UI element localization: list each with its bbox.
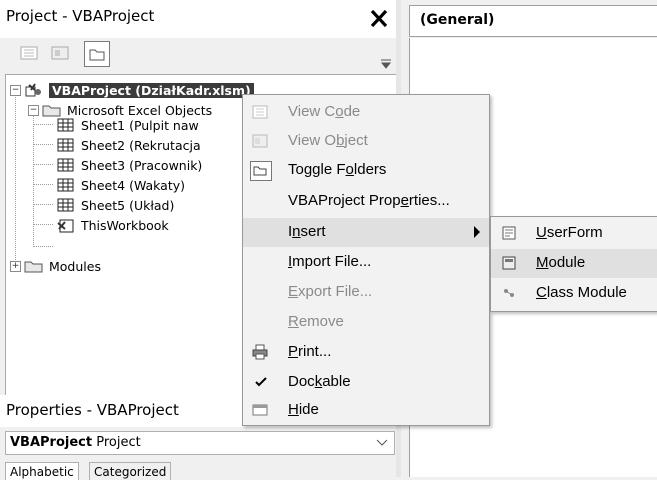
properties-panel-title: Properties - VBAProject (6, 401, 179, 419)
menu-item-remove[interactable]: Remove (243, 308, 489, 337)
worksheet-icon (56, 177, 76, 193)
printer-icon (252, 344, 268, 360)
menu-item-dockable[interactable]: Dockable (243, 368, 489, 397)
insert-submenu: UserForm Module Class Module (490, 216, 657, 312)
menu-item-view-object[interactable]: View Object (243, 127, 489, 156)
vba-project-icon (24, 82, 44, 98)
tree-item-label: Sheet5 (Układ) (81, 197, 175, 213)
worksheet-icon (56, 137, 76, 153)
tree-item-sheet2[interactable]: Sheet2 (Rekrutacja (56, 135, 201, 155)
folder-icon (89, 49, 105, 61)
menu-item-hide[interactable]: Hide (243, 396, 489, 425)
tab-alphabetic[interactable]: Alphabetic (5, 462, 79, 480)
tree-folder-modules[interactable]: Modules (24, 256, 101, 276)
tree-root-label: VBAProject (DziałKadr.xlsm) (49, 82, 254, 98)
submenu-item-class-module[interactable]: Class Module (491, 279, 657, 308)
tree-item-label: ThisWorkbook (81, 217, 169, 233)
tree-item-label: Sheet2 (Rekrutacja (81, 137, 201, 153)
workbook-icon (56, 217, 76, 233)
properties-object-dropdown[interactable]: VBAProject Project (5, 431, 395, 455)
scroll-down-arrow-icon[interactable] (380, 58, 392, 70)
view-code-icon (20, 46, 38, 60)
project-toolbar (0, 38, 396, 72)
object-combo-value: (General) (420, 12, 495, 28)
menu-item-import-file[interactable]: Import File... (243, 248, 489, 277)
submenu-item-userform[interactable]: UserForm (491, 219, 657, 248)
folder-icon (250, 161, 272, 181)
view-code-button[interactable] (17, 41, 41, 65)
project-panel-title-bar: Project - VBAProject (0, 0, 396, 38)
properties-object-name: VBAProject (10, 435, 93, 450)
view-code-icon (252, 104, 268, 120)
tree-item-label: Sheet1 (Pulpit naw (81, 117, 199, 133)
tab-categorized[interactable]: Categorized (89, 462, 172, 480)
menu-item-view-code[interactable]: View Code (243, 98, 489, 127)
tree-item-label: Sheet4 (Wakaty) (81, 177, 186, 193)
tree-item-label: Sheet3 (Pracownik) (81, 157, 203, 173)
close-icon[interactable] (366, 6, 392, 32)
tree-item-sheet3[interactable]: Sheet3 (Pracownik) (56, 155, 202, 175)
menu-item-project-properties[interactable]: VBAProject Properties... (243, 187, 489, 216)
properties-object-type: Project (96, 435, 141, 450)
view-object-icon (51, 46, 69, 60)
menu-item-toggle-folders[interactable]: Toggle Folders (243, 156, 489, 185)
object-combo-box[interactable]: (General) (409, 5, 657, 37)
submenu-item-module[interactable]: Module (491, 249, 657, 278)
tree-item-thisworkbook[interactable]: ThisWorkbook (56, 215, 169, 235)
collapse-toggle-root[interactable]: − (10, 85, 21, 96)
submenu-arrow-icon (473, 226, 481, 238)
userform-icon (501, 225, 517, 241)
worksheet-icon (56, 117, 76, 133)
tree-folder-label: Modules (49, 258, 101, 274)
project-context-menu: View Code View Object Toggle Folders VBA… (242, 94, 490, 426)
chevron-down-icon (376, 435, 388, 449)
module-icon (501, 255, 517, 271)
tree-item-sheet4[interactable]: Sheet4 (Wakaty) (56, 175, 185, 195)
tree-item-sheet5[interactable]: Sheet5 (Układ) (56, 195, 174, 215)
menu-item-export-file[interactable]: Export File... (243, 278, 489, 307)
toggle-folders-button[interactable] (84, 41, 110, 67)
folder-icon (24, 258, 44, 274)
checkmark-icon (253, 374, 269, 390)
collapse-toggle-excel-objects[interactable]: − (28, 105, 39, 116)
tree-item-sheet1[interactable]: Sheet1 (Pulpit naw (56, 115, 199, 135)
view-object-button[interactable] (48, 41, 72, 65)
tree-root-vbaproject[interactable]: VBAProject (DziałKadr.xlsm) (24, 80, 254, 100)
class-module-icon (501, 285, 517, 301)
expand-toggle-modules[interactable]: + (10, 261, 21, 272)
worksheet-icon (56, 157, 76, 173)
worksheet-icon (56, 197, 76, 213)
project-panel-title: Project - VBAProject (6, 7, 155, 25)
menu-item-print[interactable]: Print... (243, 338, 489, 367)
view-object-icon (252, 133, 268, 149)
hide-window-icon (252, 402, 268, 418)
menu-item-insert[interactable]: Insert (243, 218, 489, 247)
